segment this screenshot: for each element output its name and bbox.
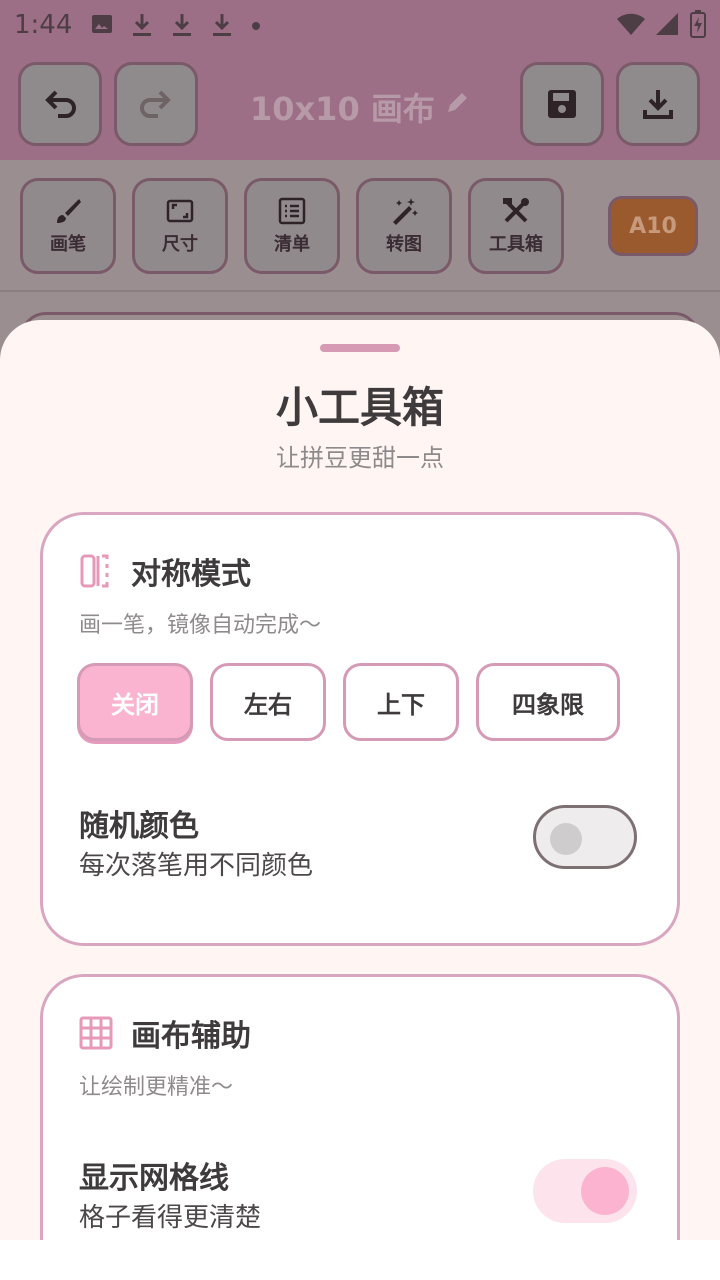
toolbox-sheet: 小工具箱 让拼豆更甜一点 对称模式 画一笔，镜像自动完成～ 关闭 左右 上下 四… <box>0 320 720 1280</box>
sheet-title: 小工具箱 <box>275 383 444 432</box>
sheet-subtitle: 让拼豆更甜一点 <box>276 444 444 472</box>
redo-button[interactable] <box>114 62 198 146</box>
wifi-icon <box>617 13 645 35</box>
tool-brush-button[interactable]: 画笔 <box>20 178 116 274</box>
battery-charging-icon <box>690 10 706 38</box>
status-bar: 1:44 <box>0 0 720 50</box>
download-icon <box>643 90 673 119</box>
download-icon <box>213 14 231 36</box>
undo-button[interactable] <box>18 62 102 146</box>
app-bar: 10x10 画布 <box>0 50 720 160</box>
tools-icon <box>503 198 529 223</box>
download-icon <box>133 14 151 36</box>
random-color-desc: 每次落笔用不同颜色 <box>79 851 314 881</box>
symmetry-title: 对称模式 <box>131 557 251 592</box>
symmetry-header: 对称模式 <box>79 549 251 593</box>
system-icons <box>616 10 706 38</box>
signal-icon <box>656 13 678 35</box>
navigation-bar-area <box>0 1240 720 1280</box>
tool-label: 画笔 <box>50 234 86 255</box>
resize-icon <box>166 199 194 223</box>
current-color-badge[interactable]: A10 <box>608 196 698 256</box>
toggle-knob <box>550 823 582 855</box>
list-icon <box>278 197 306 225</box>
grid-lines-desc: 格子看得更清楚 <box>79 1203 262 1233</box>
tool-toolbox-button[interactable]: 工具箱 <box>468 178 564 274</box>
grid-icon <box>79 1016 113 1050</box>
tool-size-button[interactable]: 尺寸 <box>132 178 228 274</box>
symmetry-desc: 画一笔，镜像自动完成～ <box>79 613 322 638</box>
canvas-assist-desc: 让绘制更精准～ <box>79 1075 234 1100</box>
toggle-knob <box>581 1167 629 1215</box>
image-icon <box>92 15 112 33</box>
symmetry-quadrant-button[interactable]: 四象限 <box>476 663 620 741</box>
canvas-assist-header: 画布辅助 <box>79 1011 251 1055</box>
edit-pencil-icon[interactable] <box>444 90 470 116</box>
download-icon <box>173 14 191 36</box>
symmetry-left-right-button[interactable]: 左右 <box>210 663 326 741</box>
tool-label: 清单 <box>274 234 310 255</box>
status-time: 1:44 <box>14 10 73 40</box>
grid-lines-title: 显示网格线 <box>79 1161 229 1196</box>
save-icon <box>548 90 576 118</box>
random-color-title: 随机颜色 <box>79 809 199 844</box>
notification-icons <box>90 12 262 38</box>
symmetry-card: 对称模式 画一笔，镜像自动完成～ 关闭 左右 上下 四象限 随机颜色 每次落笔用… <box>40 512 680 946</box>
tool-label: 尺寸 <box>162 234 198 255</box>
export-button[interactable] <box>616 62 700 146</box>
symmetry-off-button[interactable]: 关闭 <box>77 663 193 741</box>
redo-icon <box>140 90 171 118</box>
canvas-assist-title: 画布辅助 <box>131 1019 251 1054</box>
symmetry-up-down-button[interactable]: 上下 <box>343 663 459 741</box>
tool-list-button[interactable]: 清单 <box>244 178 340 274</box>
tool-convert-button[interactable]: 转图 <box>356 178 452 274</box>
symmetry-icon <box>80 554 109 588</box>
random-color-toggle[interactable] <box>533 805 637 869</box>
tool-label: 转图 <box>386 234 422 255</box>
brush-icon <box>57 199 81 223</box>
undo-icon <box>45 90 76 118</box>
magic-wand-icon <box>393 198 418 225</box>
canvas-title[interactable]: 10x10 画布 <box>250 84 435 130</box>
canvas-assist-card: 画布辅助 让绘制更精准～ 显示网格线 格子看得更清楚 <box>40 974 680 1280</box>
dot-icon <box>252 22 260 30</box>
tool-label: 工具箱 <box>489 234 543 255</box>
symmetry-options: 关闭 左右 上下 四象限 <box>77 663 620 741</box>
save-button[interactable] <box>520 62 604 146</box>
drag-handle[interactable] <box>320 344 400 352</box>
grid-lines-toggle[interactable] <box>533 1159 637 1223</box>
